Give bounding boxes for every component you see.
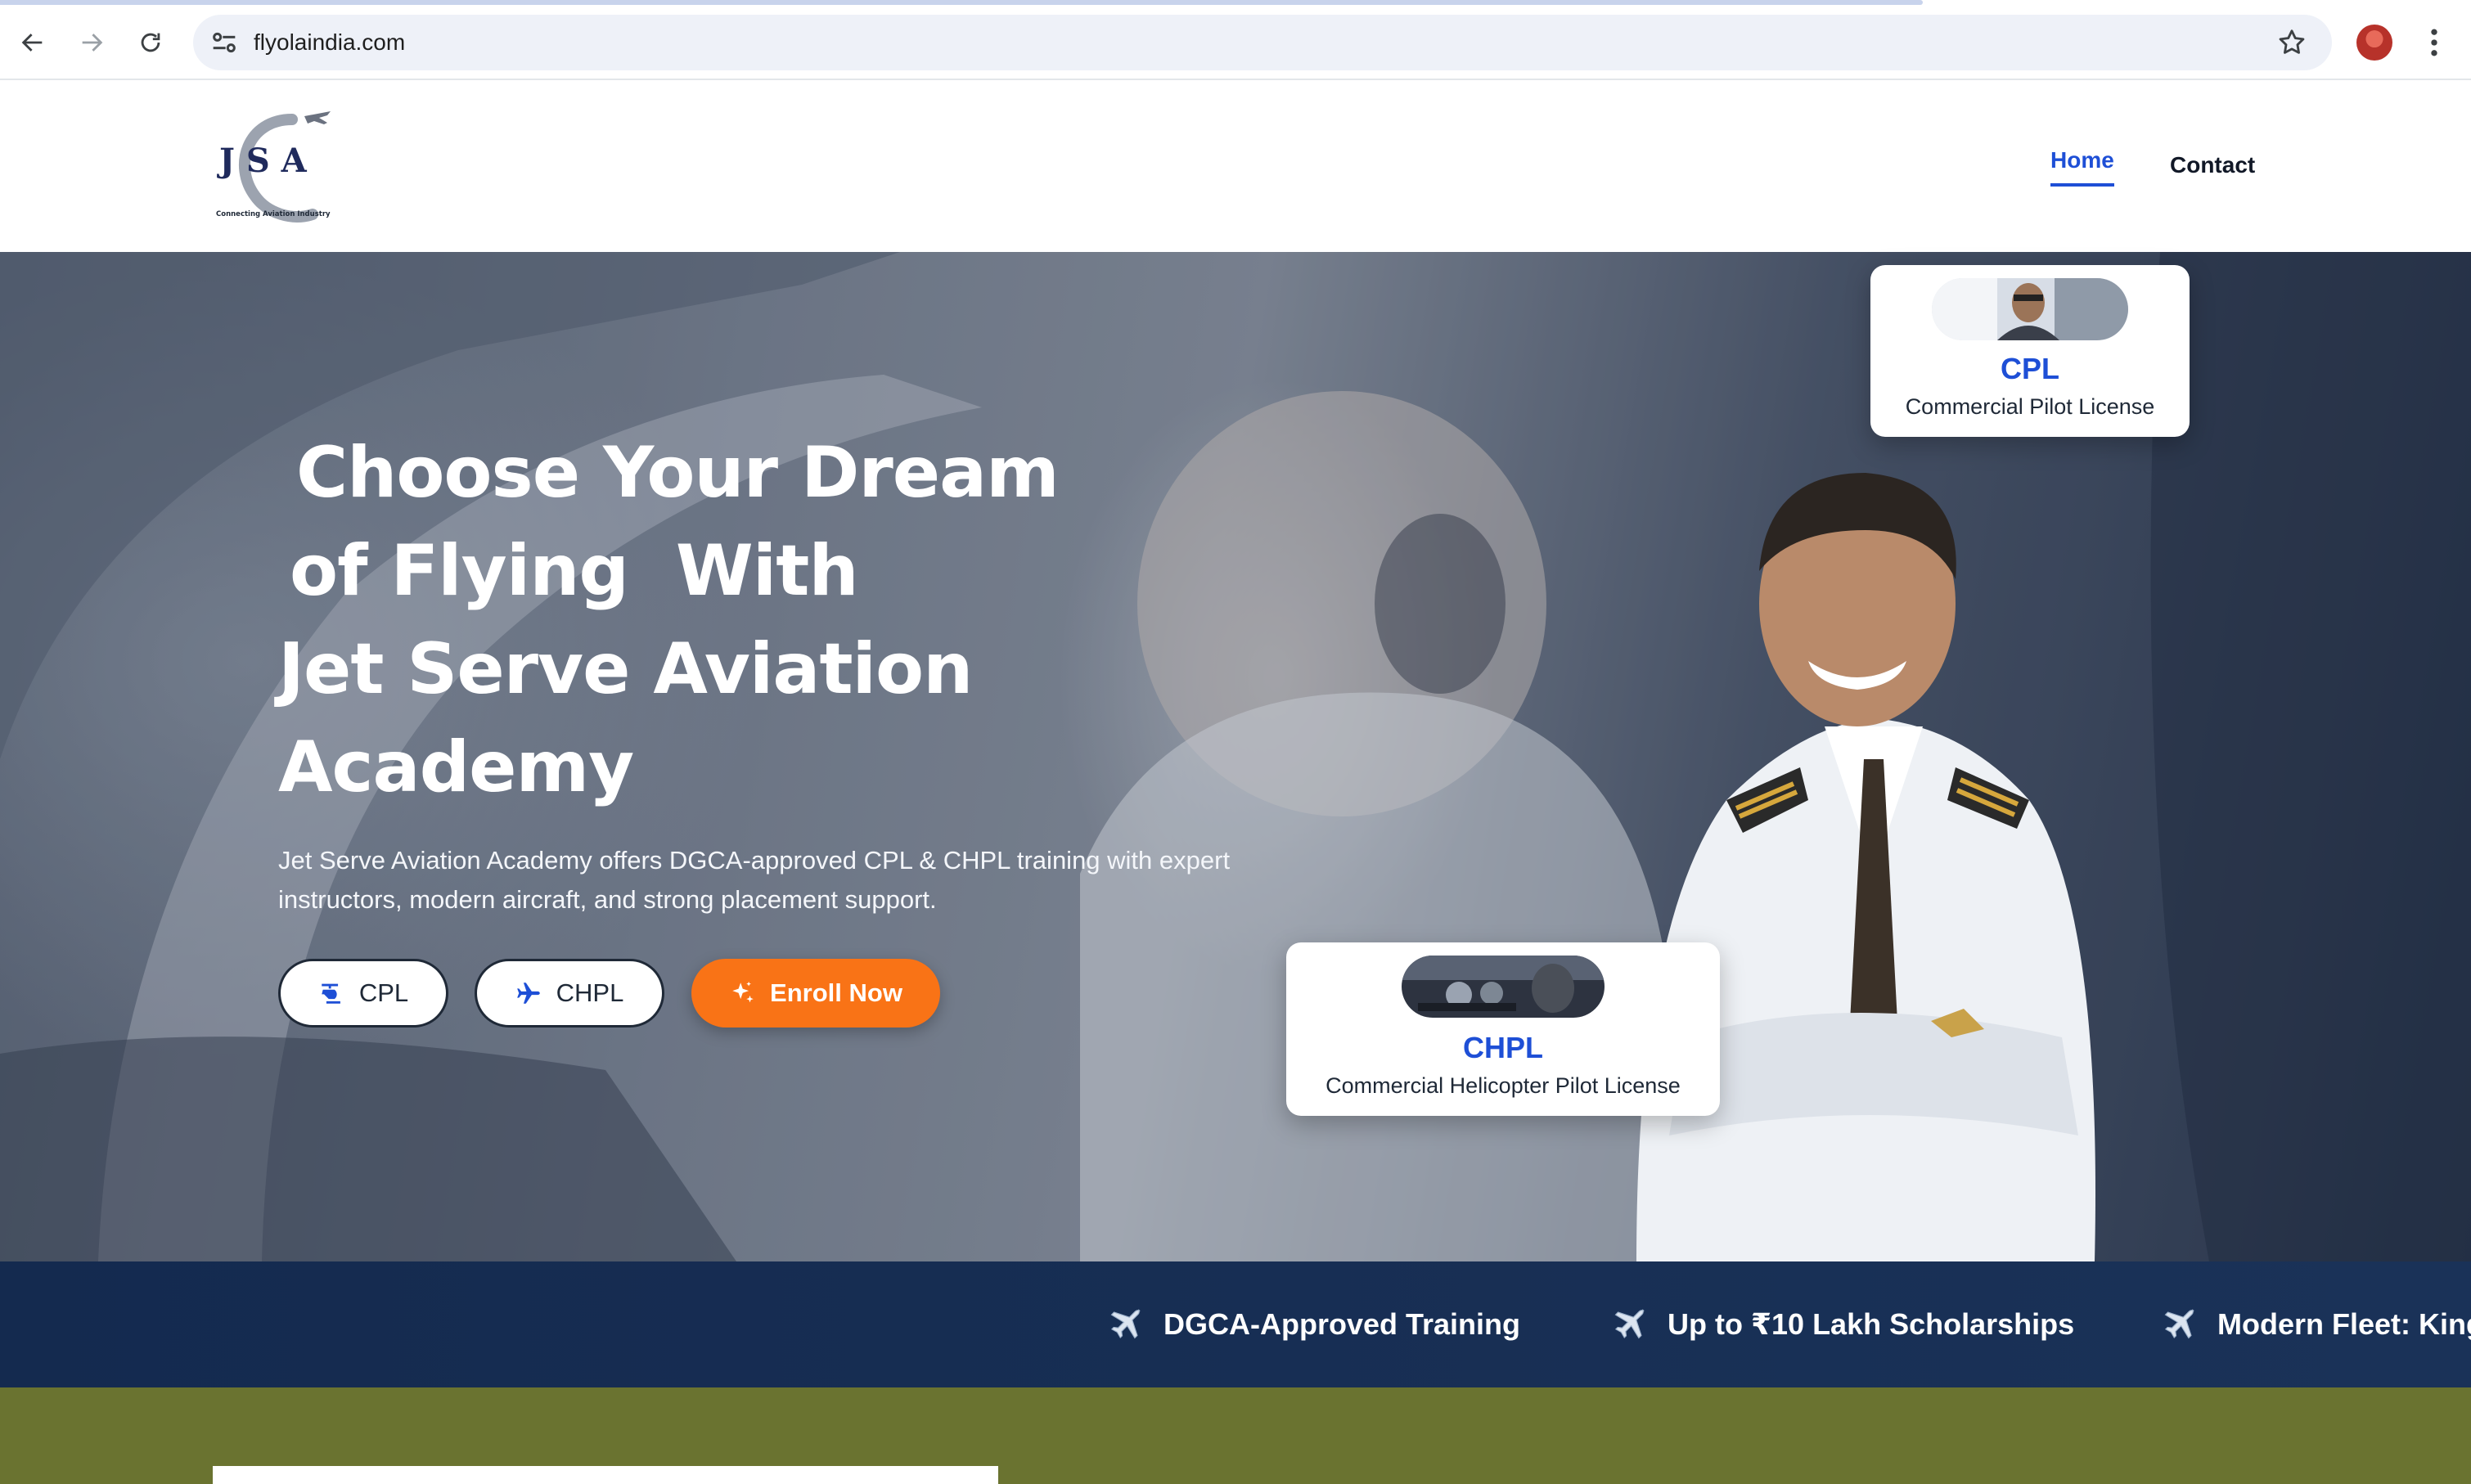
url-text[interactable]: flyolaindia.com <box>254 15 405 70</box>
logo-tagline: Connecting Aviation Industry <box>216 210 331 218</box>
headline-line-1: Choose Your Dream <box>296 432 1060 514</box>
ticker-item: Modern Fleet: King <box>2160 1261 2471 1387</box>
section-card <box>213 1466 998 1484</box>
chpl-card-title: Commercial Helicopter Pilot License <box>1326 1073 1681 1098</box>
nav-contact-link[interactable]: Contact <box>2170 152 2255 178</box>
back-button[interactable] <box>8 18 57 67</box>
chpl-card-code: CHPL <box>1463 1031 1543 1064</box>
profile-avatar[interactable] <box>2356 25 2392 61</box>
forward-button[interactable] <box>67 18 116 67</box>
headline-line-3: Jet Serve Aviation <box>278 628 973 710</box>
reload-button[interactable] <box>126 18 175 67</box>
helicopter-icon <box>322 983 340 1004</box>
airplane-icon <box>1614 1309 1645 1339</box>
reload-icon <box>141 33 160 52</box>
chpl-button-label: CHPL <box>556 978 624 1007</box>
ticker-item-label: Up to ₹10 Lakh Scholarships <box>1668 1307 2075 1341</box>
cpl-thumbnail-image <box>1932 278 2128 340</box>
airplane-icon <box>1110 1309 1141 1339</box>
logo-letters: J S A <box>217 142 308 180</box>
logo-mark: J S A Connecting Aviation Industry <box>216 111 331 223</box>
browser-toolbar: flyolaindia.com <box>0 0 2471 80</box>
hero-description: Jet Serve Aviation Academy offers DGCA-a… <box>278 846 1231 914</box>
ticker-item-label: Modern Fleet: King <box>2217 1307 2471 1341</box>
site-info-icon[interactable] <box>208 26 241 59</box>
ticker-item: Up to ₹10 Lakh Scholarships <box>1610 1261 2074 1387</box>
cpl-card-code: CPL <box>2001 352 2059 385</box>
site-header: J S A Connecting Aviation Industry Home … <box>0 80 2471 252</box>
cpl-card-title: Commercial Pilot License <box>1905 394 2155 419</box>
more-options-icon[interactable] <box>2422 25 2446 61</box>
arrow-right-icon <box>82 34 103 52</box>
nav-home-link[interactable]: Home <box>2050 147 2114 187</box>
cpl-button-label: CPL <box>358 978 409 1007</box>
page-load-bar <box>0 0 1923 5</box>
sparkle-icon <box>732 981 754 1003</box>
chpl-card[interactable]: CHPL Commercial Helicopter Pilot License <box>1286 942 1720 1116</box>
bookmark-star-icon[interactable] <box>2276 27 2307 58</box>
chpl-button[interactable]: CHPL <box>475 959 664 1028</box>
airplane-icon <box>2164 1309 2194 1339</box>
headline-line-4: Academy <box>278 726 634 808</box>
enroll-now-button[interactable]: Enroll Now <box>691 959 940 1028</box>
features-ticker: DGCA-Approved Training Up to ₹10 Lakh Sc… <box>0 1261 2471 1387</box>
chpl-thumbnail-image <box>1402 956 1605 1018</box>
ticker-item: DGCA-Approved Training <box>1106 1261 1520 1387</box>
airplane-icon <box>516 983 540 1004</box>
cpl-button[interactable]: CPL <box>278 959 448 1028</box>
headline-line-2: of Flying With <box>290 530 859 612</box>
enroll-now-label: Enroll Now <box>770 978 902 1007</box>
arrow-left-icon <box>21 34 43 52</box>
address-bar[interactable]: flyolaindia.com <box>193 15 2332 70</box>
pilot-image <box>1636 473 2095 1261</box>
about-section <box>0 1387 2471 1484</box>
ticker-item-label: DGCA-Approved Training <box>1163 1307 1521 1341</box>
jsa-logo[interactable]: J S A Connecting Aviation Industry <box>214 105 345 227</box>
hero-headline: Choose Your Dream of Flying With Jet Ser… <box>278 424 1060 816</box>
cpl-card[interactable]: CPL Commercial Pilot License <box>1870 265 2190 437</box>
